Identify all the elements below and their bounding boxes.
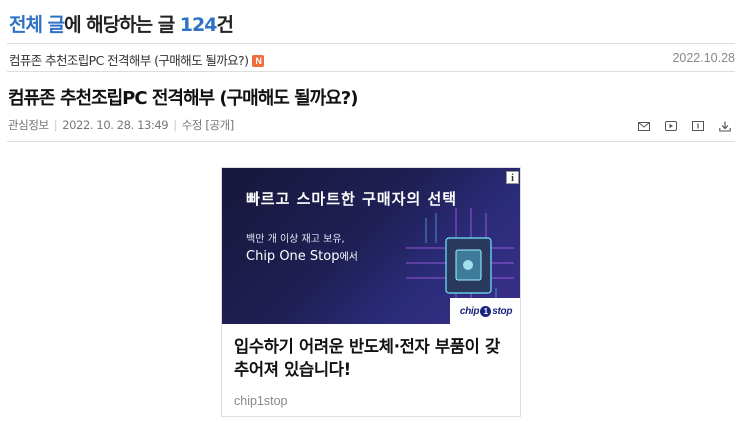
meta-separator: | [173, 118, 177, 132]
ad-copy-text[interactable]: 입수하기 어려운 반도체·전자 부품이 갖추어져 있습니다! [234, 335, 512, 381]
list-item[interactable]: 컴퓨존 추천조립PC 전격해부 (구매해도 될까요?) N 2022.10.28 [7, 46, 735, 70]
ad-source[interactable]: chip1stop [234, 394, 288, 408]
heading-suffix: 건 [216, 14, 234, 36]
advertisement[interactable]: 빠르고 스마트한 구매자의 선택 백만 개 이상 재고 보유, Chip One… [221, 167, 521, 417]
ad-info-icon[interactable]: i [506, 171, 519, 184]
divider [7, 141, 735, 142]
logo-part: stop [492, 305, 513, 317]
ad-brand-line: Chip One Stop에서 [246, 248, 358, 264]
post-toolbar [636, 119, 732, 133]
ad-banner-image[interactable]: 빠르고 스마트한 구매자의 선택 백만 개 이상 재고 보유, Chip One… [222, 168, 520, 324]
post-category[interactable]: 관심정보 [8, 118, 49, 132]
heading-text: 에 해당하는 글 [64, 14, 180, 36]
download-icon[interactable] [717, 120, 732, 133]
ad-brand-suffix: 에서 [339, 252, 358, 263]
list-item-title-wrap[interactable]: 컴퓨존 추천조립PC 전격해부 (구매해도 될까요?) N [9, 50, 265, 69]
post-visibility[interactable]: [공개] [205, 118, 234, 132]
ad-headline: 빠르고 스마트한 구매자의 선택 [246, 190, 458, 208]
ad-subline: 백만 개 이상 재고 보유, [246, 234, 345, 245]
play-icon[interactable] [663, 120, 678, 133]
list-item-date: 2022.10.28 [672, 51, 735, 65]
post-title: 컴퓨존 추천조립PC 전격해부 (구매해도 될까요?) [8, 88, 358, 109]
heading-count: 124 [179, 14, 218, 36]
divider [7, 71, 735, 72]
new-badge: N [252, 55, 265, 67]
post-edit-link[interactable]: 수정 [182, 118, 203, 132]
list-item-title[interactable]: 컴퓨존 추천조립PC 전격해부 (구매해도 될까요?) [9, 53, 249, 68]
heading-category[interactable]: 전체 글 [9, 14, 65, 36]
post-datetime: 2022. 10. 28. 13:49 [62, 118, 169, 132]
ad-brand-name: Chip One Stop [246, 249, 340, 264]
divider [7, 43, 735, 44]
post-meta: 관심정보 | 2022. 10. 28. 13:49 | 수정 [공개] [8, 117, 234, 133]
meta-separator: | [53, 118, 58, 132]
page-heading: 전체 글에 해당하는 글 124건 [9, 10, 234, 38]
logo-part: 1 [480, 305, 492, 317]
logo-part: chip [459, 305, 480, 317]
mail-icon[interactable] [636, 120, 651, 133]
chip1stop-logo: chip 1 stop [450, 298, 520, 324]
card-icon[interactable] [690, 120, 705, 133]
